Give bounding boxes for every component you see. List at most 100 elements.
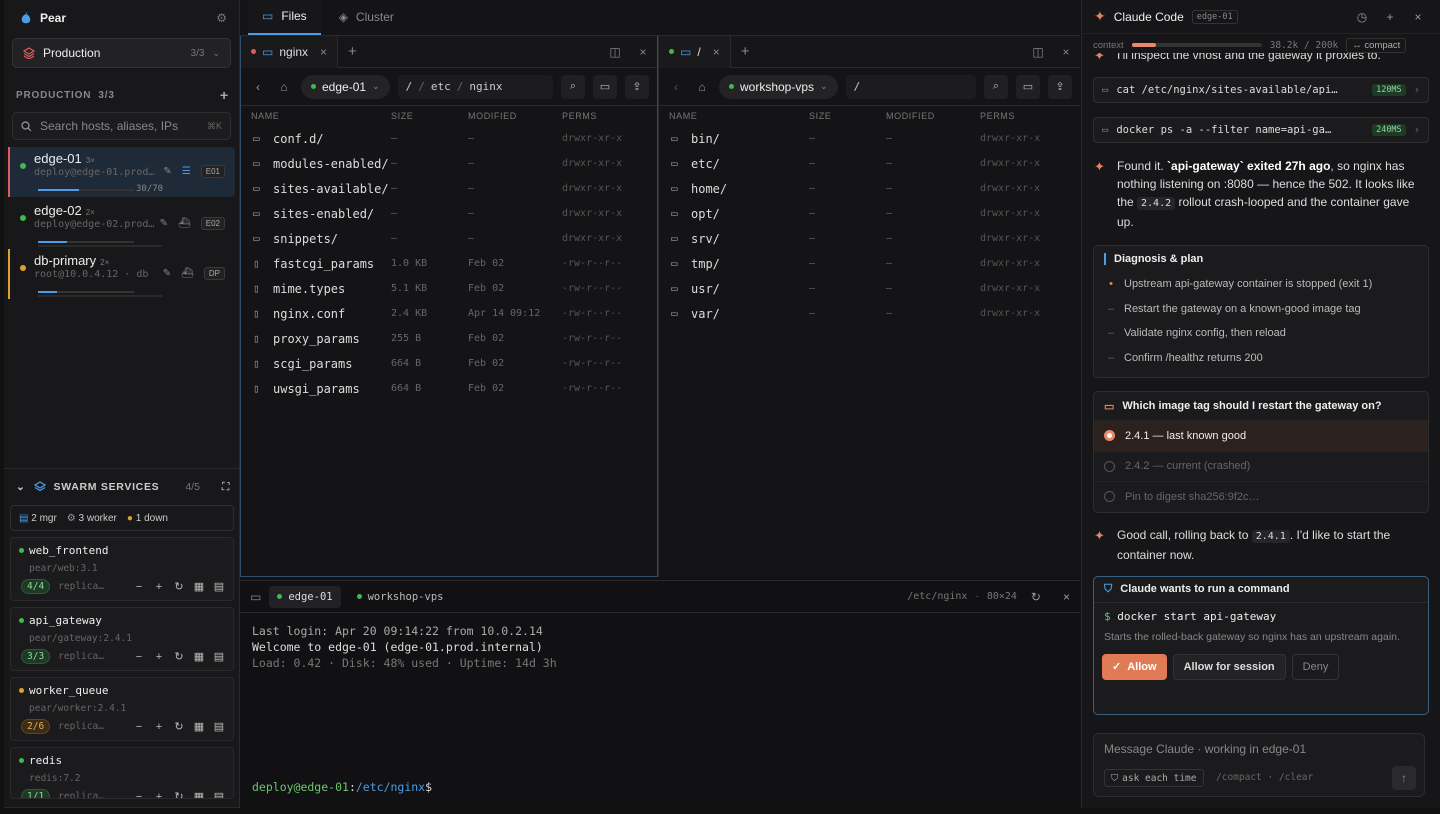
col-size[interactable]: SIZE xyxy=(391,111,468,121)
terminal-tab-workshop-vps[interactable]: workshop-vps xyxy=(349,586,452,608)
file-row[interactable]: ▯ fastcgi_params 1.0 KB Feb 02 -rw-r--r-- xyxy=(241,251,657,276)
tool-call-row[interactable]: ▭ cat /etc/nginx/sites-available/api… 120M… xyxy=(1093,77,1429,103)
pane-tab-root[interactable]: ▭ / × xyxy=(659,35,731,68)
file-row[interactable]: ▭ srv/ — — drwxr-xr-x xyxy=(659,226,1080,251)
send-arrow-icon[interactable]: ↑ xyxy=(1392,766,1416,790)
expand-icon[interactable]: ⛶ xyxy=(222,481,230,494)
file-row[interactable]: ▯ proxy_params 255 B Feb 02 -rw-r--r-- xyxy=(241,326,657,351)
docker-whale-icon[interactable]: ⛴ xyxy=(181,268,194,279)
file-row[interactable]: ▭ tmp/ — — drwxr-xr-x xyxy=(659,251,1080,276)
logs-icon[interactable]: ▤ xyxy=(213,650,225,663)
upload-icon[interactable]: ⇪ xyxy=(1048,74,1072,99)
docker-whale-icon[interactable]: ⛴ xyxy=(178,218,191,229)
compact-button[interactable]: ↔ compact xyxy=(1346,37,1407,53)
close-terminal-icon[interactable]: × xyxy=(1063,590,1070,604)
new-tab-plus-icon[interactable]: + xyxy=(731,43,760,60)
reconnect-icon[interactable]: ↻ xyxy=(1031,590,1041,604)
restart-icon[interactable]: ↻ xyxy=(173,580,185,593)
edit-pencil-icon[interactable]: ✎ xyxy=(160,218,168,229)
file-row[interactable]: ▭ sites-available/— — drwxr-xr-x xyxy=(241,176,657,201)
host-item-db-primary[interactable]: db-primary 2× root@10.0.4.12 · db ✎ ⛴ DP xyxy=(8,249,235,299)
search-icon[interactable]: ⌕ xyxy=(561,74,585,99)
home-icon[interactable]: ⌂ xyxy=(275,80,293,94)
file-row[interactable]: ▭ conf.d/ — — drwxr-xr-x xyxy=(241,126,657,151)
tasks-icon[interactable]: ▦ xyxy=(193,790,205,798)
pane-tab-nginx[interactable]: ▭ nginx × xyxy=(241,35,339,68)
home-icon[interactable]: ⌂ xyxy=(693,80,711,94)
file-row[interactable]: ▭ sites-enabled/ — — drwxr-xr-x xyxy=(241,201,657,226)
service-api-gateway[interactable]: api_gateway pear/gateway:2.4.1 3/3 replic… xyxy=(10,607,234,671)
scale-up-icon[interactable]: + xyxy=(153,721,165,733)
tool-call-row[interactable]: ▭ docker ps -a --filter name=api-ga… 240MS… xyxy=(1093,117,1429,143)
col-perms[interactable]: PERMS xyxy=(980,111,1015,121)
restart-icon[interactable]: ↻ xyxy=(173,790,185,798)
message-input[interactable]: Message Claude · working in edge-01 ⛉ ask… xyxy=(1093,733,1425,797)
service-worker-queue[interactable]: worker_queue pear/worker:2.4.1 2/6 replic… xyxy=(10,677,234,741)
col-perms[interactable]: PERMS xyxy=(562,111,597,121)
file-row[interactable]: ▭ etc/ — — drwxr-xr-x xyxy=(659,151,1080,176)
scale-up-icon[interactable]: + xyxy=(153,791,165,799)
file-row[interactable]: ▯ scgi_params 664 B Feb 02 -rw-r--r-- xyxy=(241,351,657,376)
file-row[interactable]: ▭ modules-enabled/— — drwxr-xr-x xyxy=(241,151,657,176)
file-row[interactable]: ▭ var/ — — drwxr-xr-x xyxy=(659,301,1080,326)
file-row[interactable]: ▯ nginx.conf 2.4 KB Apr 14 09:12 -rw-r--r-- xyxy=(241,301,657,326)
history-icon[interactable]: ◷ xyxy=(1352,10,1372,24)
file-row[interactable]: ▯ uwsgi_params 664 B Feb 02 -rw-r--r-- xyxy=(241,376,657,401)
file-row[interactable]: ▭ bin/ — — drwxr-xr-x xyxy=(659,126,1080,151)
close-tab-icon[interactable]: × xyxy=(713,45,720,59)
path-segment[interactable]: etc xyxy=(431,80,451,93)
swarm-header[interactable]: ⌄ SWARM SERVICES 4/5 ⛶ xyxy=(4,469,240,505)
path-root[interactable]: / xyxy=(406,80,413,93)
tab-files[interactable]: ▭ Files xyxy=(248,0,321,35)
host-item-edge-01[interactable]: edge-01 3× deploy@edge-01.prod… 30/70 ✎ ☰ E… xyxy=(8,147,235,197)
back-arrow-icon[interactable]: ‹ xyxy=(249,80,267,94)
service-web-frontend[interactable]: web_frontend pear/web:3.1 4/4 replica… − + ↻… xyxy=(10,537,234,601)
col-size[interactable]: SIZE xyxy=(809,111,886,121)
chevron-down-icon[interactable]: ⌄ xyxy=(16,481,26,493)
restart-icon[interactable]: ↻ xyxy=(173,720,185,733)
scale-up-icon[interactable]: + xyxy=(153,651,165,663)
tasks-icon[interactable]: ▦ xyxy=(193,580,205,593)
col-name[interactable]: NAME xyxy=(251,111,391,121)
permission-mode-button[interactable]: ⛉ ask each time xyxy=(1104,769,1204,787)
scale-down-icon[interactable]: − xyxy=(133,721,145,733)
deny-button[interactable]: Deny xyxy=(1291,653,1340,680)
allow-button[interactable]: ✓ Allow xyxy=(1102,653,1167,680)
environment-selector[interactable]: Production 3/3 ⌄ xyxy=(12,38,231,68)
new-chat-plus-icon[interactable]: + xyxy=(1380,10,1400,24)
split-pane-icon[interactable]: ◫ xyxy=(1024,45,1052,59)
split-pane-icon[interactable]: ◫ xyxy=(601,45,629,59)
edit-pencil-icon[interactable]: ✎ xyxy=(163,268,171,279)
scale-down-icon[interactable]: − xyxy=(133,581,145,593)
file-row[interactable]: ▭ usr/ — — drwxr-xr-x xyxy=(659,276,1080,301)
settings-gear-icon[interactable]: ⚙ xyxy=(216,11,227,25)
host-search-input[interactable] xyxy=(40,119,199,133)
allow-for-session-button[interactable]: Allow for session xyxy=(1172,653,1286,680)
back-arrow-icon[interactable]: ‹ xyxy=(667,80,685,94)
scale-down-icon[interactable]: − xyxy=(133,651,145,663)
file-row[interactable]: ▯ mime.types 5.1 KB Feb 02 -rw-r--r-- xyxy=(241,276,657,301)
logs-icon[interactable]: ▤ xyxy=(213,790,225,798)
edit-pencil-icon[interactable]: ✎ xyxy=(163,166,171,177)
tab-cluster[interactable]: ◈ Cluster xyxy=(325,0,408,35)
path-root[interactable]: / xyxy=(854,80,861,93)
upload-icon[interactable]: ⇪ xyxy=(625,74,649,99)
path-breadcrumb[interactable]: / / etc / nginx xyxy=(397,74,553,99)
logs-icon[interactable]: ▤ xyxy=(213,720,225,733)
swarm-layers-icon[interactable]: ☰ xyxy=(182,166,191,177)
host-selector[interactable]: workshop-vps ⌄ xyxy=(719,74,838,99)
terminal-tab-edge-01[interactable]: edge-01 xyxy=(269,585,341,608)
service-redis[interactable]: redis redis:7.2 1/1 replica… − + ↻ ▦ ▤ xyxy=(10,747,234,799)
close-pane-icon[interactable]: × xyxy=(1052,45,1080,59)
option-2-4-2[interactable]: 2.4.2 — current (crashed) xyxy=(1094,450,1428,482)
terminal-prompt[interactable]: deploy@edge-01:/etc/nginx$ xyxy=(240,779,432,795)
file-row[interactable]: ▭ opt/ — — drwxr-xr-x xyxy=(659,201,1080,226)
path-segment[interactable]: nginx xyxy=(469,80,502,93)
new-tab-plus-icon[interactable]: + xyxy=(338,43,367,60)
col-name[interactable]: NAME xyxy=(669,111,809,121)
logs-icon[interactable]: ▤ xyxy=(213,580,225,593)
new-folder-icon[interactable]: ▭ xyxy=(1016,74,1040,99)
host-item-edge-02[interactable]: edge-02 2× deploy@edge-02.prod… ✎ ⛴ E02 xyxy=(8,199,235,249)
tasks-icon[interactable]: ▦ xyxy=(193,650,205,663)
option-2-4-1[interactable]: 2.4.1 — last known good xyxy=(1094,420,1428,451)
